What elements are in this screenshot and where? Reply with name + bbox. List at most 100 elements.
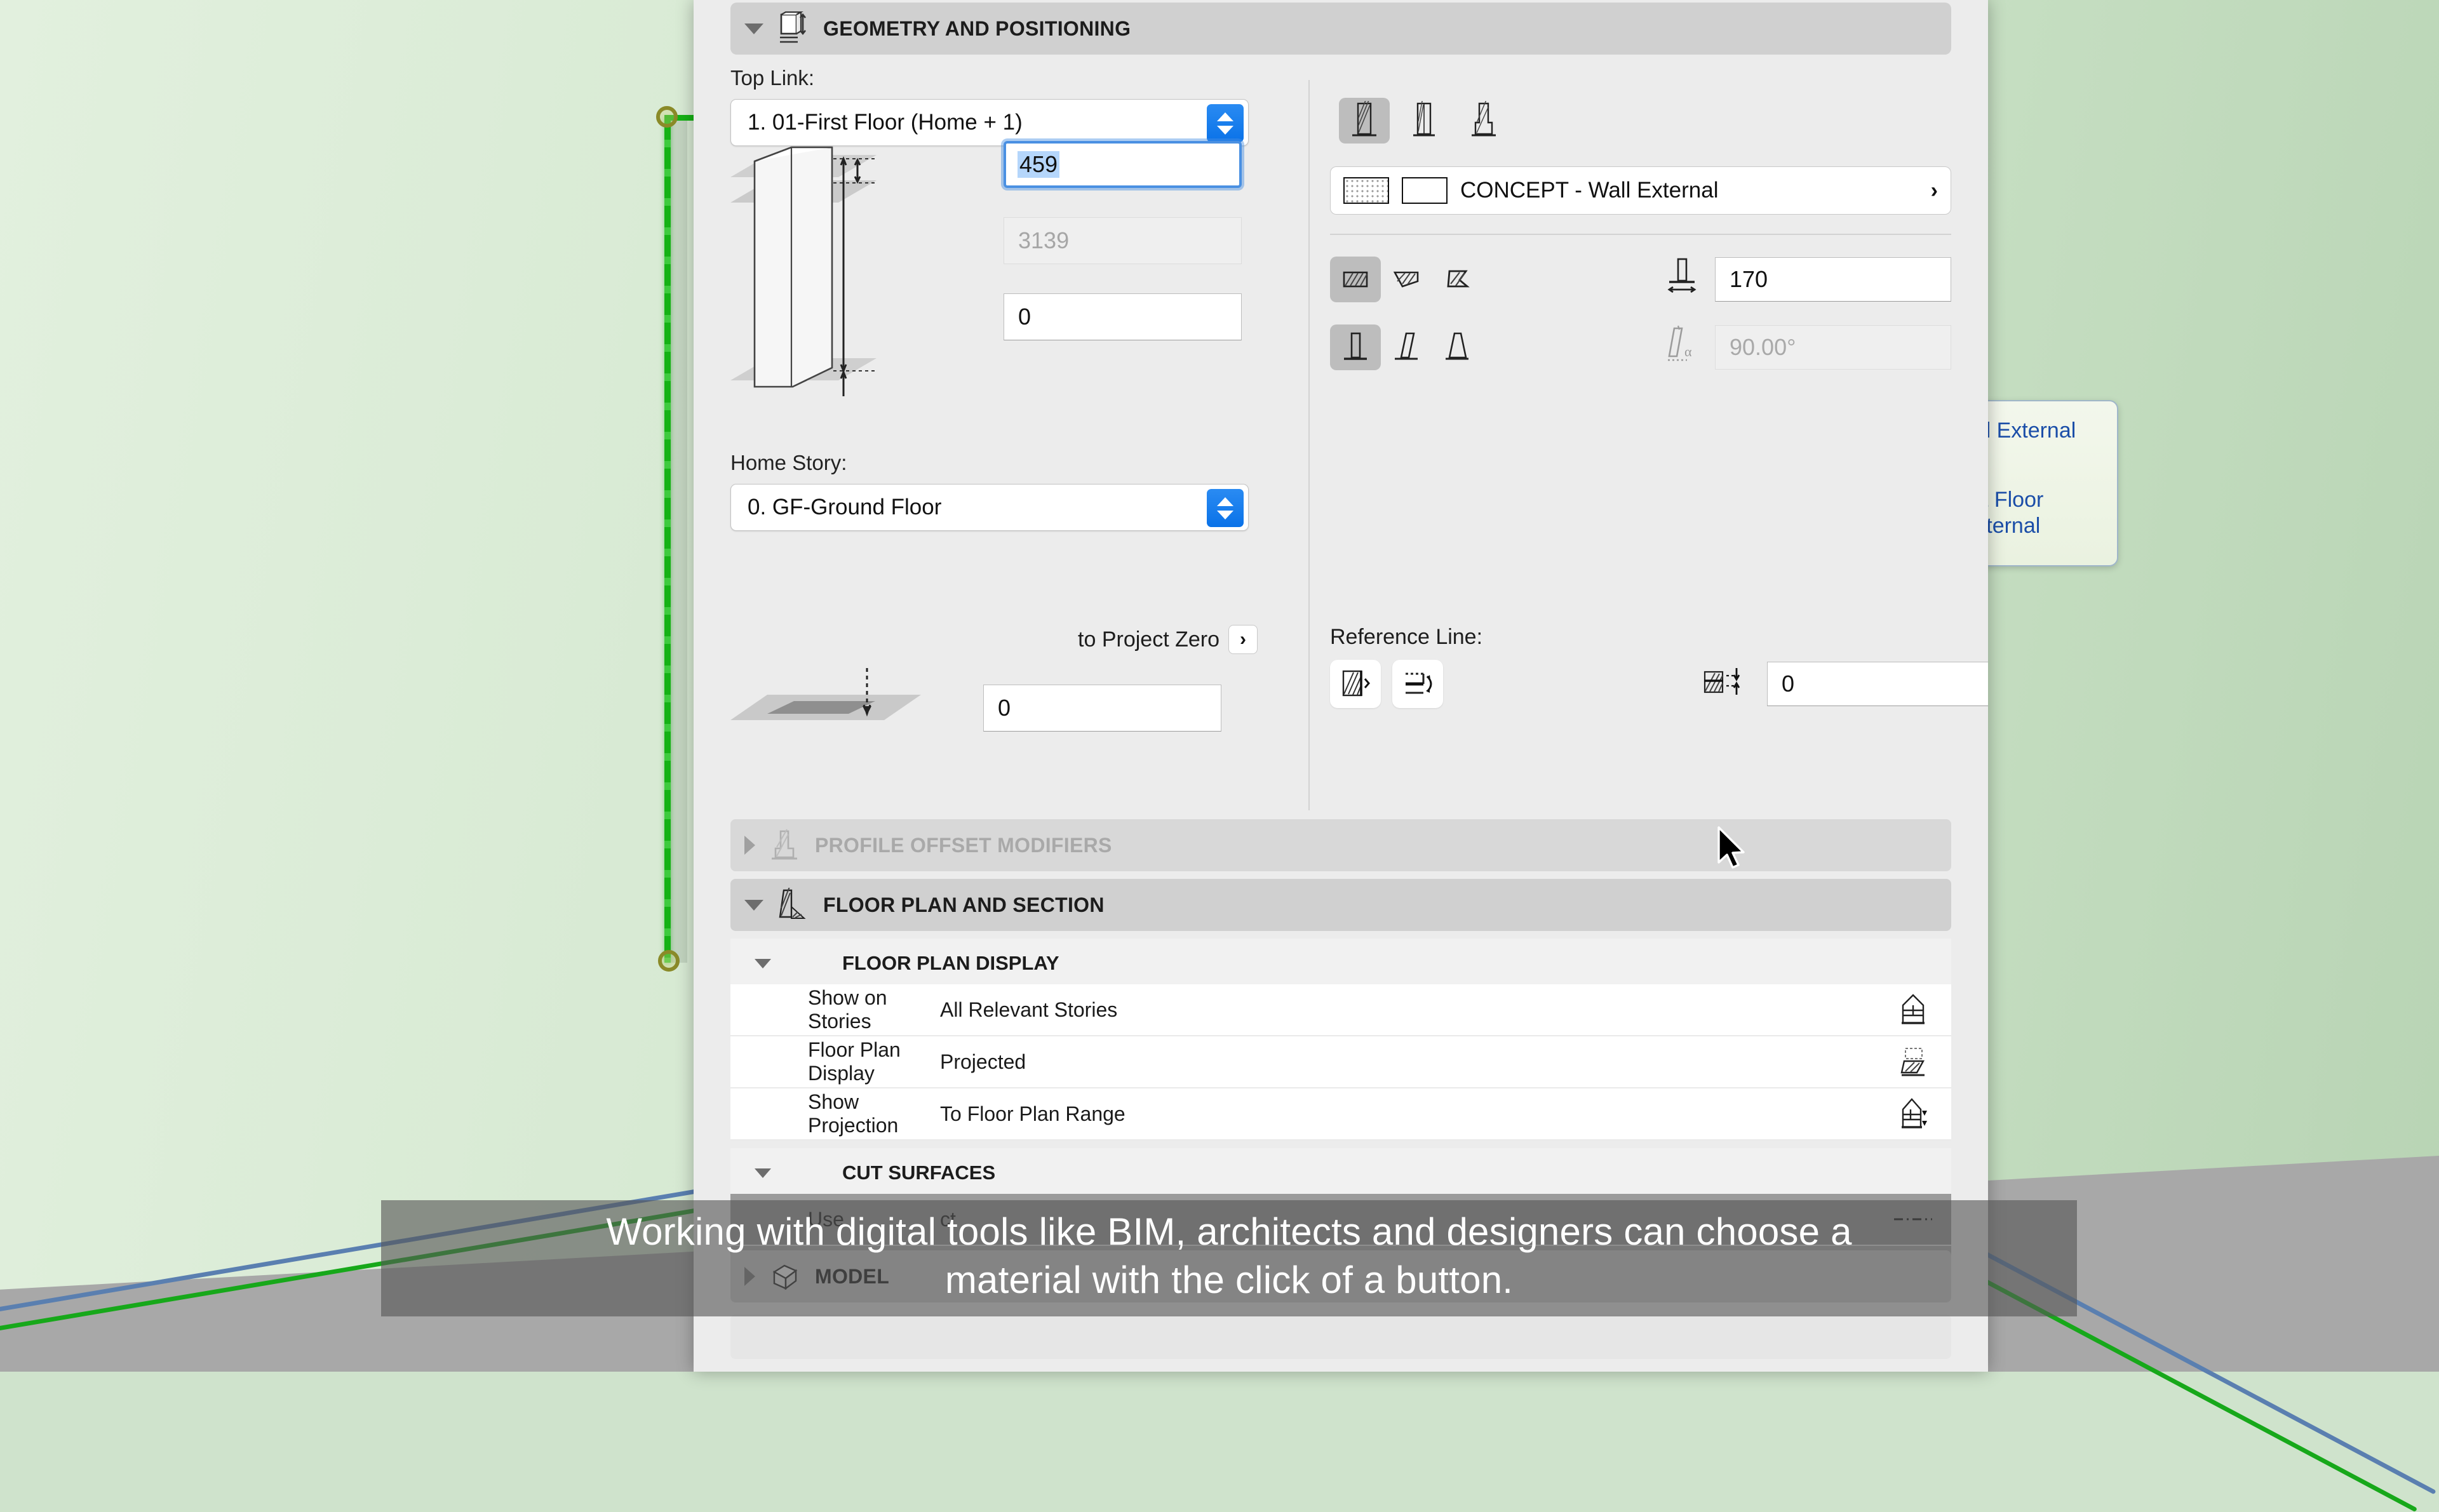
disclosure-triangle-down-icon[interactable] <box>755 1168 771 1178</box>
home-story-value: 0. GF-Ground Floor <box>748 495 941 520</box>
project-zero-input[interactable]: 0 <box>983 685 1221 732</box>
project-zero-diagram <box>730 662 965 732</box>
svg-text:α: α <box>1684 344 1692 359</box>
mouse-cursor <box>1715 826 1753 873</box>
box-height-icon <box>776 11 810 46</box>
section-title-floor-plan: FLOOR PLAN AND SECTION <box>823 893 1105 917</box>
geometry-body: Top Link: 1. 01-First Floor (Home + 1) <box>694 55 1988 371</box>
cut-rect-icon[interactable] <box>1330 257 1381 302</box>
wall-node-handle-top[interactable] <box>656 106 678 128</box>
section-title-geometry: GEOMETRY AND POSITIONING <box>823 17 1131 41</box>
section-header-geometry[interactable]: GEOMETRY AND POSITIONING <box>730 3 1951 55</box>
wall-height-diagram <box>730 142 984 422</box>
table-row[interactable]: Show Projection To Floor Plan Range <box>730 1088 1951 1141</box>
subgroup-title-cut-surfaces: CUT SURFACES <box>798 1161 995 1184</box>
geometry-right-column: CONCEPT - Wall External › <box>1308 66 1951 371</box>
row-value[interactable]: Projected <box>940 1050 1875 1074</box>
base-offset-value: 0 <box>1018 304 1031 330</box>
wall-angle-input: 90.00° <box>1715 325 1951 370</box>
top-link-select[interactable]: 1. 01-First Floor (Home + 1) <box>730 99 1249 146</box>
profile-offset-icon <box>768 828 802 862</box>
total-height-input: 3139 <box>1004 217 1242 264</box>
cut-shape-row: 170 <box>1330 255 1951 303</box>
section-title-profile-offset: PROFILE OFFSET MODIFIERS <box>815 834 1112 857</box>
table-row[interactable]: Floor Plan Display Projected <box>730 1036 1951 1088</box>
wall-shadow <box>671 118 687 963</box>
project-zero-header: to Project Zero › <box>730 625 1258 654</box>
wall-angle-value: 90.00° <box>1730 334 1796 361</box>
total-height-value: 3139 <box>1018 227 1069 254</box>
table-row[interactable]: Show on Stories All Relevant Stories <box>730 984 1951 1036</box>
row-label: Show Projection <box>730 1090 940 1137</box>
home-story-select[interactable]: 0. GF-Ground Floor <box>730 484 1249 531</box>
reference-line-group: Reference Line: <box>1330 625 1988 708</box>
wall-tapered-icon[interactable] <box>1432 324 1482 370</box>
row-value[interactable]: All Relevant Stories <box>940 998 1875 1022</box>
selected-wall[interactable] <box>664 118 671 963</box>
wall-complex-profile-icon[interactable] <box>1458 98 1509 144</box>
wall-leaning-icon[interactable] <box>1381 324 1432 370</box>
wall-settings-dialog[interactable]: GEOMETRY AND POSITIONING Top Link: 1. 01… <box>694 0 1988 1372</box>
wall-height-input[interactable]: 459 <box>1004 141 1242 188</box>
wall-height-value: 459 <box>1018 151 1059 178</box>
cut-slanted-icon[interactable] <box>1381 257 1432 302</box>
ref-line-offset-icon <box>1701 663 1743 706</box>
dialog-bottom-strip <box>730 1315 1951 1359</box>
divider <box>1330 234 1951 235</box>
wall-thickness-icon <box>1663 255 1701 303</box>
disclosure-triangle-right-icon[interactable] <box>744 836 755 855</box>
subgroup-cut-surfaces[interactable]: CUT SURFACES <box>730 1148 1951 1198</box>
disclosure-triangle-down-icon[interactable] <box>744 900 763 911</box>
disclosure-triangle-down-icon[interactable] <box>744 23 763 34</box>
wall-type-icon-row <box>1330 98 1951 144</box>
cut-profile-icon[interactable] <box>1432 257 1482 302</box>
project-zero-group: to Project Zero › 0 <box>730 625 1258 732</box>
dotted-fill-swatch <box>1343 177 1389 204</box>
row-value[interactable]: To Floor Plan Range <box>940 1102 1875 1126</box>
top-link-value: 1. 01-First Floor (Home + 1) <box>748 110 1023 135</box>
subgroup-floor-plan-display[interactable]: FLOOR PLAN DISPLAY <box>730 939 1951 988</box>
subtitle-line-2: material with the click of a button. <box>393 1256 2066 1304</box>
projection-range-icon <box>1875 1097 1951 1131</box>
base-offset-input[interactable]: 0 <box>1004 293 1242 340</box>
ref-line-flip-icon[interactable] <box>1392 660 1443 708</box>
disclosure-triangle-down-icon[interactable] <box>755 959 771 968</box>
column-divider <box>1308 80 1310 810</box>
floor-plan-rows: Show on Stories All Relevant Stories Flo… <box>694 984 1988 1141</box>
wall-node-handle-bottom[interactable] <box>658 950 680 972</box>
subgroup-title-floor-plan-display: FLOOR PLAN DISPLAY <box>798 952 1059 975</box>
subtitle-line-1: Working with digital tools like BIM, arc… <box>393 1208 2066 1256</box>
wall-lean-row: α 90.00° <box>1330 323 1951 371</box>
hatched-wall-icon <box>776 888 810 922</box>
wall-angle-icon: α <box>1662 323 1701 371</box>
white-surface-swatch <box>1402 177 1448 204</box>
building-material-picker[interactable]: CONCEPT - Wall External › <box>1330 166 1951 215</box>
wall-thickness-value: 170 <box>1730 266 1768 293</box>
wall-vertical-icon[interactable] <box>1330 324 1381 370</box>
geometry-left-column: Top Link: 1. 01-First Floor (Home + 1) <box>730 66 1308 371</box>
building-material-name: CONCEPT - Wall External <box>1460 178 1918 203</box>
row-label: Show on Stories <box>730 986 940 1033</box>
wall-double-icon[interactable] <box>1399 98 1449 144</box>
reference-line-row: 0 <box>1330 660 1988 708</box>
projected-icon <box>1875 1045 1951 1079</box>
reference-line-label: Reference Line: <box>1330 625 1988 650</box>
material-chevron-icon[interactable]: › <box>1931 178 1938 203</box>
stepper-arrows-icon[interactable] <box>1207 489 1244 527</box>
stepper-arrows-icon[interactable] <box>1207 104 1244 142</box>
project-zero-label: to Project Zero <box>1078 627 1220 652</box>
home-story-label: Home Story: <box>730 451 1258 475</box>
project-zero-chevron-icon[interactable]: › <box>1228 625 1258 654</box>
project-zero-row: 0 <box>730 662 1258 732</box>
project-zero-value: 0 <box>998 695 1011 721</box>
section-header-profile-offset[interactable]: PROFILE OFFSET MODIFIERS <box>730 819 1951 871</box>
home-story-group: Home Story: 0. GF-Ground Floor <box>730 451 1258 531</box>
wall-thickness-input[interactable]: 170 <box>1715 257 1951 302</box>
section-header-floor-plan[interactable]: FLOOR PLAN AND SECTION <box>730 879 1951 931</box>
top-link-label: Top Link: <box>730 66 1308 90</box>
height-fields-group: 459 3139 0 <box>1004 141 1245 340</box>
stories-icon <box>1875 993 1951 1027</box>
wall-straight-icon[interactable] <box>1339 98 1390 144</box>
ref-line-offset-input[interactable]: 0 <box>1767 662 1988 706</box>
ref-line-position-icon[interactable] <box>1330 660 1381 708</box>
